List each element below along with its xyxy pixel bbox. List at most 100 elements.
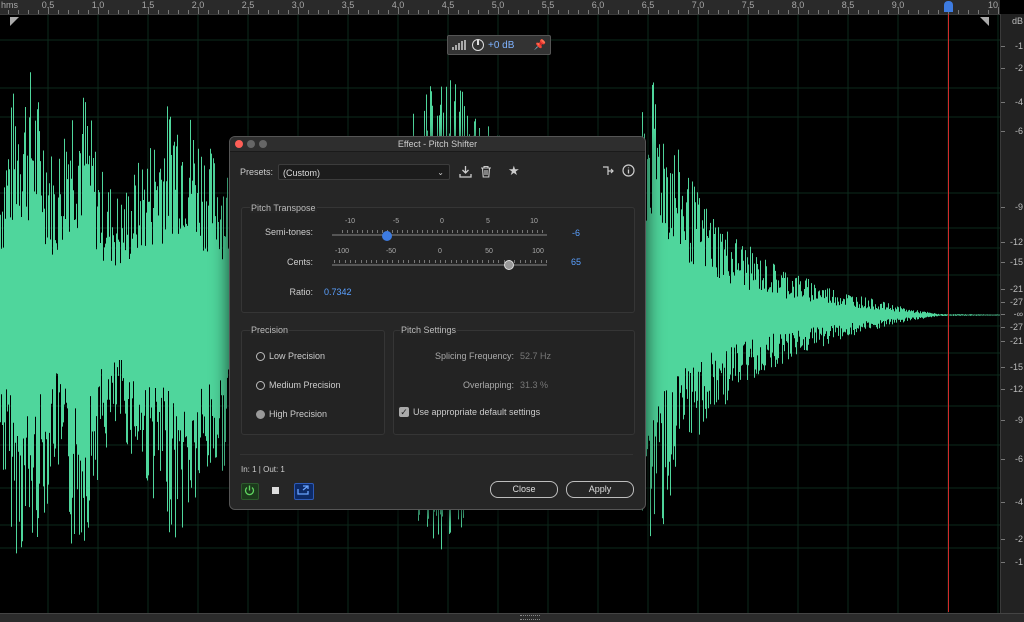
ruler-tick xyxy=(88,10,89,14)
radio-circle xyxy=(256,380,265,390)
db-scale-label: -2 xyxy=(1014,63,1023,73)
slider-scale-label: 100 xyxy=(532,248,544,255)
low-precision-radio[interactable]: Low Precision xyxy=(256,351,325,361)
minimize-window-button[interactable] xyxy=(247,140,255,148)
cents-slider-thumb[interactable] xyxy=(504,260,514,270)
playhead-handle[interactable] xyxy=(944,1,953,12)
stop-preview-button[interactable] xyxy=(272,487,279,494)
db-scale-label: -6 xyxy=(1014,126,1023,136)
db-tick xyxy=(1001,207,1005,208)
resize-grip-icon[interactable] xyxy=(520,615,540,620)
db-tick xyxy=(1001,459,1005,460)
ruler-tick xyxy=(558,10,559,14)
ruler-tick xyxy=(758,10,759,14)
slider-tick xyxy=(417,230,418,233)
slider-tick xyxy=(492,230,493,233)
apply-button[interactable]: Apply xyxy=(566,481,634,498)
slider-tick xyxy=(376,260,378,263)
semitones-value[interactable]: -6 xyxy=(572,228,580,238)
save-preset-icon[interactable] xyxy=(459,165,472,181)
db-tick xyxy=(1001,302,1005,303)
db-tick xyxy=(1001,367,1005,368)
default-settings-checkbox[interactable]: ✓ Use appropriate default settings xyxy=(399,407,540,417)
slider-tick xyxy=(407,230,408,233)
ruler-tick xyxy=(288,10,289,14)
high-precision-radio[interactable]: High Precision xyxy=(256,409,327,419)
slider-tick xyxy=(461,260,463,263)
info-icon[interactable] xyxy=(622,164,635,180)
db-scale-label: -21 xyxy=(1009,284,1023,294)
ruler-tick xyxy=(568,10,569,14)
ruler-tick xyxy=(458,10,459,14)
slider-tick xyxy=(532,230,533,233)
db-scale[interactable]: dB -1 -2 -4 -6 -9 -12 -15 -21 -27 -∞ -27 -21 -15 -12 -… xyxy=(1000,14,1024,613)
db-scale-label: -1 xyxy=(1014,557,1023,567)
ruler-tick xyxy=(908,10,909,14)
ruler-tick xyxy=(318,10,319,14)
close-button[interactable]: Close xyxy=(490,481,558,498)
pitch-transpose-title: Pitch Transpose xyxy=(250,203,317,213)
medium-precision-radio[interactable]: Medium Precision xyxy=(256,380,341,390)
ruler-unit-label: hms xyxy=(1,0,19,10)
ruler-tick xyxy=(738,10,739,14)
db-tick xyxy=(1001,289,1005,290)
ruler-tick xyxy=(798,7,799,14)
ruler-tick xyxy=(248,7,249,14)
volume-knob[interactable] xyxy=(472,39,484,51)
slider-tick xyxy=(524,260,526,263)
db-tick xyxy=(1001,102,1005,103)
slider-tick xyxy=(381,260,383,263)
ruler-tick xyxy=(438,10,439,14)
ruler-tick xyxy=(168,10,169,14)
slider-tick xyxy=(455,260,457,263)
ruler-tick xyxy=(618,10,619,14)
loop-preview-button[interactable] xyxy=(294,483,314,500)
splicing-frequency-value[interactable]: 52.7 Hz xyxy=(520,351,551,361)
db-tick xyxy=(1001,539,1005,540)
ruler-tick xyxy=(428,10,429,14)
slider-tick xyxy=(372,230,373,233)
power-icon xyxy=(244,485,255,496)
zoom-window-button[interactable] xyxy=(259,140,267,148)
volume-hud[interactable]: +0 dB 📌 xyxy=(447,35,551,55)
dialog-titlebar[interactable]: Effect - Pitch Shifter xyxy=(230,137,645,152)
favorite-star-icon[interactable]: ★ xyxy=(508,164,520,178)
semitones-slider-thumb[interactable] xyxy=(382,231,392,241)
slider-tick xyxy=(365,260,367,263)
cents-track[interactable] xyxy=(332,264,547,266)
ruler-tick xyxy=(58,10,59,14)
ruler-tick xyxy=(188,10,189,14)
ruler-tick xyxy=(838,10,839,14)
ruler-tick xyxy=(918,10,919,14)
slider-scale-label: 0 xyxy=(438,248,442,255)
ruler-tick xyxy=(278,10,279,14)
ruler-tick xyxy=(98,7,99,14)
db-tick xyxy=(1001,68,1005,69)
ruler-tick xyxy=(208,10,209,14)
ruler-tick xyxy=(648,7,649,14)
power-toggle-button[interactable] xyxy=(241,483,259,500)
db-scale-label: -6 xyxy=(1014,454,1023,464)
db-scale-label: -12 xyxy=(1009,384,1023,394)
presets-dropdown[interactable]: (Custom) ⌄ xyxy=(278,164,450,180)
slider-tick xyxy=(477,230,478,233)
cents-value[interactable]: 65 xyxy=(571,257,581,267)
semitones-track[interactable] xyxy=(332,234,547,236)
slider-scale-label: 0 xyxy=(440,218,444,225)
time-ruler[interactable]: hms 0.5 1.0 1.5 2.0 2.5 3.0 3.5 4.0 4.5 5.0 5.5 6.0… xyxy=(0,0,1000,15)
routing-icon[interactable] xyxy=(602,165,614,180)
slider-tick xyxy=(434,260,436,263)
slider-tick xyxy=(344,260,346,263)
db-tick xyxy=(1001,314,1005,315)
ruler-tick xyxy=(18,10,19,14)
delete-preset-icon[interactable] xyxy=(480,165,492,181)
pin-icon[interactable]: 📌 xyxy=(534,40,546,51)
slider-tick xyxy=(527,230,528,233)
slider-tick xyxy=(362,230,363,233)
slider-tick xyxy=(402,260,404,263)
slider-tick xyxy=(360,260,362,263)
overlapping-value[interactable]: 31.3 % xyxy=(520,380,548,390)
ruler-tick xyxy=(778,10,779,14)
ruler-tick xyxy=(638,10,639,14)
close-window-button[interactable] xyxy=(235,140,243,148)
